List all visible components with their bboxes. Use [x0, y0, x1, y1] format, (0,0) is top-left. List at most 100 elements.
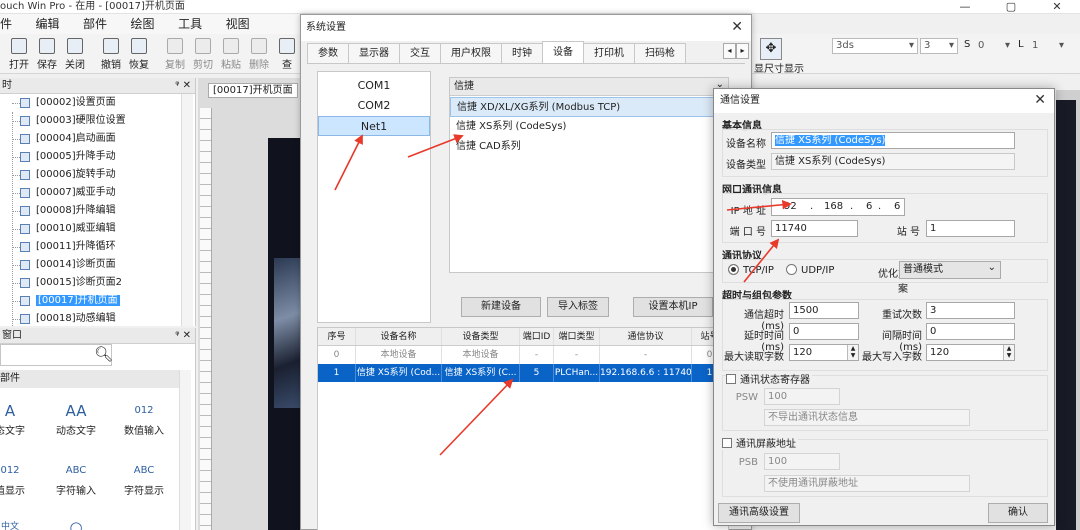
retry-input[interactable]: 3: [926, 302, 1015, 319]
tab-user-permission[interactable]: 用户权限: [440, 43, 502, 63]
mask-address-checkbox[interactable]: 通讯屏蔽地址: [722, 435, 798, 450]
l-select[interactable]: 1: [1028, 38, 1068, 54]
canvas-tab[interactable]: [00017]开机页面: [208, 83, 298, 98]
tab-display[interactable]: 显示器: [348, 43, 400, 63]
part-dynamic-text[interactable]: AA 动态文字: [46, 400, 106, 437]
s-select[interactable]: 0: [974, 38, 1014, 54]
import-tags-button[interactable]: 导入标签: [547, 297, 609, 317]
save-icon: [39, 38, 55, 54]
psw-input[interactable]: 100: [764, 388, 840, 405]
tree-scrollbar[interactable]: [181, 94, 193, 326]
part-string-display[interactable]: ABC 字符显示: [114, 460, 174, 497]
save-button[interactable]: 保存: [32, 38, 62, 71]
max-write-input[interactable]: 120 ▲ ▼: [926, 344, 1015, 361]
part-numeric-input[interactable]: 012 数值输入: [114, 400, 174, 437]
delay-input[interactable]: 0: [789, 323, 859, 340]
undo-button[interactable]: 撤销: [96, 38, 126, 71]
menu-parts[interactable]: 部件: [73, 14, 117, 34]
font-size-select[interactable]: 3: [920, 38, 958, 54]
part-static-text[interactable]: A态文字: [0, 400, 40, 437]
search-icon[interactable]: 🔍︎: [94, 345, 113, 363]
advanced-settings-button[interactable]: 通讯高级设置: [718, 503, 800, 523]
tree-item[interactable]: [00018]动感编辑: [0, 310, 195, 328]
copy-button[interactable]: 复制: [160, 38, 190, 71]
menu-edit[interactable]: 编辑: [26, 14, 70, 34]
device-name-input[interactable]: 信捷 XS系列 (CodeSys): [771, 132, 1015, 149]
port-com2[interactable]: COM2: [318, 96, 430, 116]
tree-item[interactable]: [00015]诊断页面2: [0, 274, 195, 292]
tab-clock[interactable]: 时钟: [501, 43, 543, 63]
udp-ip-radio[interactable]: UDP/IP: [786, 264, 834, 276]
tree-item[interactable]: [00005]升降手动: [0, 148, 195, 166]
close-icon[interactable]: ✕: [731, 19, 743, 35]
minimize-icon[interactable]: —: [942, 0, 988, 14]
tree-item[interactable]: [00002]设置页面: [0, 94, 195, 112]
optimize-select[interactable]: 普通模式: [899, 260, 1001, 279]
device-item[interactable]: 信捷 XS系列 (CodeSys): [450, 117, 728, 137]
close-icon[interactable]: ✕: [1034, 92, 1046, 108]
menu-view[interactable]: 视图: [216, 14, 260, 34]
pin-icon[interactable]: ᵠ ✕: [175, 328, 191, 344]
open-button[interactable]: 打开: [4, 38, 34, 71]
menu-file[interactable]: 件: [0, 14, 22, 34]
menu-tools[interactable]: 工具: [168, 14, 212, 34]
pin-icon[interactable]: ᵠ ✕: [175, 78, 191, 94]
tab-scroll-right-icon[interactable]: ▸: [736, 43, 749, 59]
device-item[interactable]: 信捷 XD/XL/XG系列 (Modbus TCP): [450, 97, 728, 117]
comm-timeout-input[interactable]: 1500: [789, 302, 859, 319]
tree-item-selected[interactable]: [00017]开机页面: [0, 292, 195, 310]
spinner-icon[interactable]: ▲ ▼: [1003, 345, 1014, 360]
tree-item[interactable]: [00004]启动画面: [0, 130, 195, 148]
table-row[interactable]: 0 本地设备 本地设备 - - - 0: [318, 346, 728, 364]
parts-section[interactable]: 部件: [0, 370, 180, 388]
tab-params[interactable]: 参数: [307, 43, 349, 63]
menu-draw[interactable]: 绘图: [121, 14, 165, 34]
tab-scroll-left-icon[interactable]: ◂: [723, 43, 736, 59]
tree-item[interactable]: [00014]诊断页面: [0, 256, 195, 274]
maximize-icon[interactable]: ▢: [988, 0, 1034, 14]
zoom-fit-icon[interactable]: ✥: [760, 38, 782, 60]
delete-button[interactable]: 删除: [244, 38, 274, 71]
status-register-checkbox[interactable]: 通讯状态寄存器: [726, 371, 812, 386]
part-ellipse[interactable]: ○: [46, 516, 106, 530]
tree-item[interactable]: [00007]威亚手动: [0, 184, 195, 202]
redo-button[interactable]: 恢复: [124, 38, 154, 71]
port-com1[interactable]: COM1: [318, 76, 430, 96]
tree-item[interactable]: [00010]威亚编辑: [0, 220, 195, 238]
max-read-input[interactable]: 120 ▲ ▼: [789, 344, 859, 361]
close-file-button[interactable]: 关闭: [60, 38, 90, 71]
parts-scrollbar[interactable]: [179, 370, 191, 530]
port-input[interactable]: 11740: [771, 220, 858, 237]
psb-input[interactable]: 100: [764, 453, 840, 470]
cut-button[interactable]: 剪切: [188, 38, 218, 71]
ip-address-input[interactable]: 92 . 168 . 6 . 6: [771, 198, 905, 216]
tree-item[interactable]: [00008]升降编辑: [0, 202, 195, 220]
tree-item[interactable]: [00011]升降循环: [0, 238, 195, 256]
tcp-ip-radio[interactable]: TCP/IP: [728, 264, 774, 276]
part-numeric-display[interactable]: 012值显示: [0, 460, 40, 497]
device-category-select[interactable]: 信捷: [450, 76, 728, 96]
tab-scanner[interactable]: 扫码枪: [634, 43, 686, 63]
spinner-icon[interactable]: ▲ ▼: [847, 345, 858, 360]
find-button[interactable]: 查: [276, 38, 298, 71]
station-input[interactable]: 1: [926, 220, 1015, 237]
tab-printer[interactable]: 打印机: [583, 43, 635, 63]
tree-item[interactable]: [00006]旋转手动: [0, 166, 195, 184]
design-canvas[interactable]: [00017]开机页面: [198, 78, 300, 530]
tab-device[interactable]: 设备: [542, 41, 584, 63]
table-row-selected[interactable]: 1 信捷 XS系列 (Cod... 信捷 XS系列 (C... 5 PLCHan…: [318, 364, 728, 382]
font-select[interactable]: 3ds: [832, 38, 918, 54]
page-icon: [20, 170, 30, 180]
interval-input[interactable]: 0: [926, 323, 1015, 340]
device-item[interactable]: 信捷 CAD系列: [450, 137, 728, 157]
part-string-input[interactable]: ABC 字符输入: [46, 460, 106, 497]
window-close-icon[interactable]: ✕: [1034, 0, 1080, 14]
ok-button[interactable]: 确认: [988, 503, 1048, 523]
new-device-button[interactable]: 新建设备: [461, 297, 541, 317]
part-chinese-text[interactable]: 中文: [0, 516, 40, 530]
port-net1[interactable]: Net1: [318, 116, 430, 136]
paste-button[interactable]: 粘贴: [216, 38, 246, 71]
tab-interaction[interactable]: 交互: [399, 43, 441, 63]
set-local-ip-button[interactable]: 设置本机IP: [633, 297, 713, 317]
tree-item[interactable]: [00003]硬限位设置: [0, 112, 195, 130]
